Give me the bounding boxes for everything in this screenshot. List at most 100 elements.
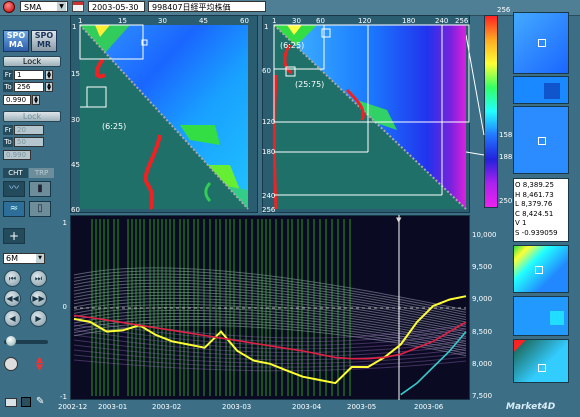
main-chart[interactable]: ▼ [70,215,470,400]
heatmap-right-top-tick: 60 [316,17,325,25]
left-tick-label: -1 [60,393,67,401]
lock-button-disabled[interactable]: Lock [3,111,61,122]
period-value: 6M [6,254,18,263]
step-back-icon[interactable]: ◀ [4,310,21,327]
heatmap-left-top-tick: 60 [240,17,249,25]
crosshair-button[interactable]: + [3,228,25,244]
heatmap-right-side-tick: 1 [264,23,268,31]
heatmap-left-side-tick: 30 [71,116,80,124]
fast-forward-last-icon[interactable]: ⏭ [30,270,47,287]
heatmap-right-marker-2: (25:75) [295,80,324,89]
left-tick-label: 1 [62,219,67,227]
chart-x-axis: 2002-12 2003-01 2003-02 2003-03 2003-04 2003-… [58,401,470,415]
to2-input[interactable]: 50 [14,137,44,147]
wave-chart-button[interactable]: ≈ [3,201,25,217]
fr-stepper[interactable]: ▲ ▼ [45,70,53,80]
save-icon[interactable] [21,397,31,407]
preview-top[interactable] [513,12,569,74]
heatmap-right-top-tick: 30 [292,17,301,25]
chevron-down-icon: ▼ [36,254,44,263]
heatmap-left-top-tick: 45 [199,17,208,25]
period-select[interactable]: 6M ▼ [3,253,45,264]
line-chart-button[interactable]: 〰 [3,181,25,197]
heatmap-right-side-tick: 60 [262,67,271,75]
chart-y-axis: 10,000 9,500 9,000 8,500 8,000 7,500 [470,215,508,400]
step-forward-icon[interactable]: ▶ [30,310,47,327]
y-tick-label: 8,500 [472,327,493,336]
spo-mr-button[interactable]: SPO MR [31,30,57,52]
info-close: C 8,424.51 [515,209,554,218]
calendar-icon[interactable] [72,1,84,12]
top-toolbar: SMA ▼ 2003-05-30 998407日経平均株価 [0,0,580,16]
ratio2-input[interactable]: 0.990 [3,150,31,160]
fr-input[interactable]: 1 [14,70,44,80]
colorbar [484,15,498,208]
chevron-down-icon: ▼ [57,2,66,11]
preview-bottom-2[interactable] [513,296,569,336]
ohlc-info-box: O 8,389.25 H 8,461.73 L 8,379.76 C 8,424… [513,178,569,242]
candle-chart-button[interactable]: ▮ [29,181,51,197]
fr2-input[interactable]: 20 [14,125,44,135]
to-input[interactable]: 256 [14,82,44,92]
speed-slider[interactable] [4,336,48,346]
tab-cht[interactable]: CHT [3,168,28,178]
spo-ma-button[interactable]: SPO MA [3,30,29,52]
heatmap-right-side-tick: 120 [262,118,275,126]
x-tick-label: 2003-02 [152,403,182,411]
symbol-field[interactable]: 998407日経平均株価 [148,1,266,12]
preview-bottom-3[interactable] [513,339,569,383]
indicator-select[interactable]: SMA ▼ [20,1,68,12]
fr-label: Fr [3,70,13,80]
heatmap-right-top-tick: 120 [358,17,371,25]
info-score: S -0.939059 [515,228,558,237]
heatmap-right-side-tick: 256 [262,206,276,213]
heatmap-left-top-tick: 30 [158,17,167,25]
preview-large[interactable] [513,106,569,174]
x-tick-label: 2003-03 [222,403,252,411]
heatmap-right[interactable]: (6:25) (25:75) 1 30 60 120 180 240 256 1… [262,15,470,213]
colorbar-label: 250 [499,197,513,205]
date-field[interactable]: 2003-05-30 [88,1,145,12]
y-tick-label: 10,000 [472,231,497,240]
x-tick-label: 2002-12 [58,403,88,411]
slider-handle[interactable] [6,336,16,346]
lock-button[interactable]: Lock [3,56,61,67]
settings-icon[interactable] [4,357,18,371]
ratio-input[interactable]: 0.990 [3,95,31,105]
preview-mid[interactable] [513,76,569,104]
rewind-first-icon[interactable]: ⏮ [4,270,21,287]
chart-left-axis: 1 0 -1 [55,215,69,401]
heatmap-left-side-tick: 15 [71,70,80,78]
close-icon[interactable] [3,1,15,13]
rewind-icon[interactable]: ◀◀ [4,290,21,307]
heatmap-left[interactable]: (6:25) 1 15 30 45 60 1 15 30 45 60 [70,15,258,213]
brand-logo: Market4D [506,402,556,412]
fast-forward-icon[interactable]: ▶▶ [30,290,47,307]
folder-icon[interactable] [5,398,17,407]
y-tick-label: 7,500 [472,392,493,400]
app-window: SMA ▼ 2003-05-30 998407日経平均株価 SPO MA SPO… [0,0,580,417]
to-stepper[interactable]: ▲ ▼ [45,82,53,92]
y-tick-label: 8,000 [472,359,493,368]
heatmap-right-top-tick: 180 [402,17,415,25]
preview-bottom-1[interactable] [513,245,569,293]
tools-icon[interactable]: ✎ [36,396,48,408]
fr2-label: Fr [3,125,13,135]
heatmap-left-side-tick: 45 [71,161,80,169]
y-tick-label: 9,000 [472,295,493,304]
y-tick-label: 9,500 [472,263,493,272]
tab-trp[interactable]: TRP [29,168,54,178]
heatmap-right-side-tick: 180 [262,148,275,156]
colorbar-label: 158 [499,131,513,139]
to2-label: To [3,137,13,147]
bar-chart-button[interactable]: ▯ [29,201,51,217]
heatmap-right-top-tick: 240 [435,17,448,25]
heatmap-left-side-tick: 60 [71,206,80,213]
info-volume: V 1 [515,219,527,227]
heatmap-left-top-tick: 1 [78,17,82,25]
ratio-stepper[interactable]: ▲ ▼ [32,95,40,105]
sort-icon[interactable]: ▲ ▼ [36,356,46,373]
colorbar-label: 188 [499,153,513,161]
x-tick-label: 2003-05 [347,403,377,411]
heatmap-left-side-tick: 1 [72,23,76,31]
